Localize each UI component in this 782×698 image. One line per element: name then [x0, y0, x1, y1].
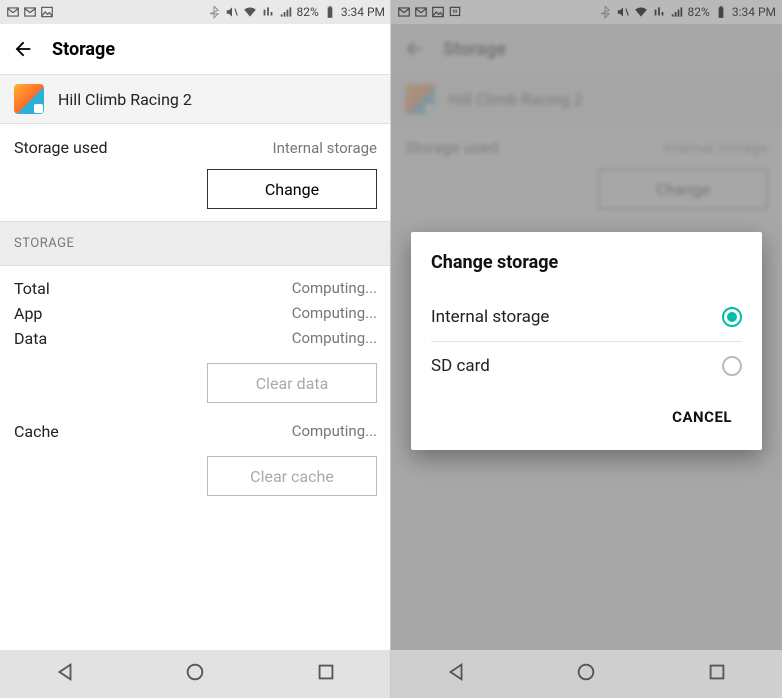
nav-recent-icon[interactable]	[706, 661, 728, 687]
option-internal-storage[interactable]: Internal storage	[431, 293, 742, 341]
row-data-label: Data	[14, 329, 47, 348]
option-sd-label: SD card	[431, 356, 490, 376]
row-app: App Computing...	[14, 301, 377, 326]
app-icon	[14, 84, 44, 114]
clear-cache-button[interactable]: Clear cache	[207, 456, 377, 496]
nav-back-icon[interactable]	[54, 661, 76, 687]
image-icon	[431, 5, 445, 19]
app-bar: Storage	[0, 24, 391, 74]
status-bar: 82% 3:34 PM	[391, 0, 782, 24]
row-app-value: Computing...	[292, 304, 377, 323]
nav-home-icon[interactable]	[575, 661, 597, 687]
cancel-button[interactable]: CANCEL	[662, 400, 742, 434]
nav-back-icon[interactable]	[445, 661, 467, 687]
status-bar: 82% 3:34 PM	[0, 0, 391, 24]
battery-icon	[714, 5, 728, 19]
nav-home-icon[interactable]	[184, 661, 206, 687]
battery-percent: 82%	[297, 5, 319, 19]
row-app-label: App	[14, 304, 42, 323]
option-sd-card[interactable]: SD card	[431, 342, 742, 390]
row-total-value: Computing...	[292, 279, 377, 298]
wifi-icon	[634, 5, 648, 19]
row-cache: Cache Computing...	[14, 419, 377, 444]
row-cache-label: Cache	[14, 422, 59, 441]
bluetooth-icon	[598, 5, 612, 19]
mail-icon	[414, 5, 428, 19]
radio-checked-icon	[722, 307, 742, 327]
image-icon	[40, 5, 54, 19]
wifi-icon	[243, 5, 257, 19]
option-internal-label: Internal storage	[431, 307, 549, 327]
mail-icon	[397, 5, 411, 19]
data-icon	[652, 5, 666, 19]
nav-bar	[0, 650, 391, 698]
section-header-storage: STORAGE	[0, 221, 391, 266]
back-arrow-icon[interactable]	[12, 38, 34, 60]
app-name: Hill Climb Racing 2	[58, 90, 192, 109]
bluetooth-icon	[207, 5, 221, 19]
page-title: Storage	[52, 39, 115, 60]
row-total: Total Computing...	[14, 276, 377, 301]
storage-used-value: Internal storage	[272, 139, 377, 157]
screen-right: 82% 3:34 PM Storage Hill Climb Racing 2 …	[391, 0, 782, 698]
row-data-value: Computing...	[292, 329, 377, 348]
nav-bar	[391, 650, 782, 698]
clock: 3:34 PM	[341, 5, 385, 19]
dialog-title: Change storage	[431, 252, 742, 273]
clear-data-button[interactable]: Clear data	[207, 363, 377, 403]
battery-percent: 82%	[688, 5, 710, 19]
app-row[interactable]: Hill Climb Racing 2	[0, 74, 391, 124]
twitch-icon	[448, 5, 462, 19]
row-data: Data Computing...	[14, 326, 377, 351]
radio-unchecked-icon	[722, 356, 742, 376]
mute-icon	[225, 5, 239, 19]
row-total-label: Total	[14, 279, 50, 298]
change-storage-dialog: Change storage Internal storage SD card …	[411, 232, 762, 450]
mail-icon	[23, 5, 37, 19]
data-icon	[261, 5, 275, 19]
storage-rows: Total Computing... App Computing... Data…	[0, 266, 391, 500]
change-button[interactable]: Change	[207, 169, 377, 209]
row-cache-value: Computing...	[292, 422, 377, 441]
battery-icon	[323, 5, 337, 19]
storage-used-label: Storage used	[14, 138, 108, 157]
clock: 3:34 PM	[732, 5, 776, 19]
mail-icon	[6, 5, 20, 19]
screen-left: 82% 3:34 PM Storage Hill Climb Racing 2 …	[0, 0, 391, 698]
nav-recent-icon[interactable]	[315, 661, 337, 687]
signal-icon	[279, 5, 293, 19]
storage-used-block: Storage used Internal storage Change	[0, 124, 391, 221]
signal-icon	[670, 5, 684, 19]
mute-icon	[616, 5, 630, 19]
